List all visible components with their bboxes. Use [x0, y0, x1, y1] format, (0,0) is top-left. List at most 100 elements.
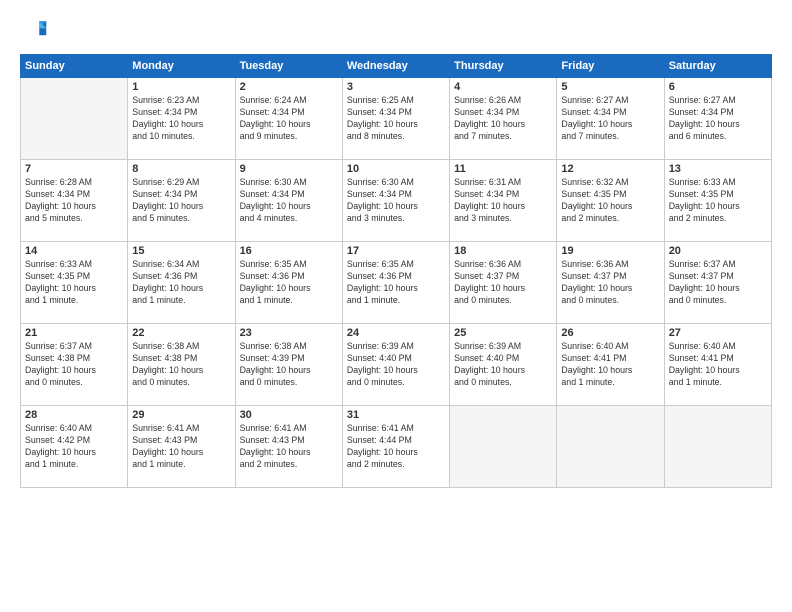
- day-number: 5: [561, 81, 659, 93]
- calendar-cell: [664, 406, 771, 488]
- day-number: 25: [454, 327, 552, 339]
- calendar-cell: 30 Sunrise: 6:41 AM Sunset: 4:43 PM Dayli…: [235, 406, 342, 488]
- calendar-cell: 1 Sunrise: 6:23 AM Sunset: 4:34 PM Daylig…: [128, 78, 235, 160]
- day-number: 21: [25, 327, 123, 339]
- day-info: Sunrise: 6:37 AM Sunset: 4:37 PM Dayligh…: [669, 259, 767, 307]
- calendar-cell: 18 Sunrise: 6:36 AM Sunset: 4:37 PM Dayli…: [450, 242, 557, 324]
- day-number: 3: [347, 81, 445, 93]
- day-number: 7: [25, 163, 123, 175]
- calendar-cell: 21 Sunrise: 6:37 AM Sunset: 4:38 PM Dayli…: [21, 324, 128, 406]
- calendar-week-row: 28 Sunrise: 6:40 AM Sunset: 4:42 PM Dayli…: [21, 406, 772, 488]
- day-number: 4: [454, 81, 552, 93]
- day-info: Sunrise: 6:27 AM Sunset: 4:34 PM Dayligh…: [561, 95, 659, 143]
- calendar-cell: 12Sunrise: 6:32 AM Sunset: 4:35 PM Dayli…: [557, 160, 664, 242]
- day-info: Sunrise: 6:30 AM Sunset: 4:34 PM Dayligh…: [347, 177, 445, 225]
- calendar-cell: 27Sunrise: 6:40 AM Sunset: 4:41 PM Dayli…: [664, 324, 771, 406]
- calendar-cell: 24 Sunrise: 6:39 AM Sunset: 4:40 PM Dayli…: [342, 324, 449, 406]
- calendar-cell: 7 Sunrise: 6:28 AM Sunset: 4:34 PM Daylig…: [21, 160, 128, 242]
- day-info: Sunrise: 6:28 AM Sunset: 4:34 PM Dayligh…: [25, 177, 123, 225]
- day-info: Sunrise: 6:41 AM Sunset: 4:43 PM Dayligh…: [132, 423, 230, 471]
- day-info: Sunrise: 6:38 AM Sunset: 4:39 PM Dayligh…: [240, 341, 338, 389]
- day-info: Sunrise: 6:36 AM Sunset: 4:37 PM Dayligh…: [454, 259, 552, 307]
- calendar-cell: 26 Sunrise: 6:40 AM Sunset: 4:41 PM Dayli…: [557, 324, 664, 406]
- day-number: 2: [240, 81, 338, 93]
- day-header-monday: Monday: [128, 55, 235, 78]
- day-info: Sunrise: 6:35 AM Sunset: 4:36 PM Dayligh…: [347, 259, 445, 307]
- day-info: Sunrise: 6:31 AM Sunset: 4:34 PM Dayligh…: [454, 177, 552, 225]
- calendar-cell: 22 Sunrise: 6:38 AM Sunset: 4:38 PM Dayli…: [128, 324, 235, 406]
- calendar-cell: 13 Sunrise: 6:33 AM Sunset: 4:35 PM Dayli…: [664, 160, 771, 242]
- calendar-cell: 31 Sunrise: 6:41 AM Sunset: 4:44 PM Dayli…: [342, 406, 449, 488]
- day-number: 28: [25, 409, 123, 421]
- day-info: Sunrise: 6:39 AM Sunset: 4:40 PM Dayligh…: [347, 341, 445, 389]
- day-number: 19: [561, 245, 659, 257]
- day-info: Sunrise: 6:41 AM Sunset: 4:43 PM Dayligh…: [240, 423, 338, 471]
- calendar-cell: 14Sunrise: 6:33 AM Sunset: 4:35 PM Dayli…: [21, 242, 128, 324]
- day-header-sunday: Sunday: [21, 55, 128, 78]
- day-info: Sunrise: 6:33 AM Sunset: 4:35 PM Dayligh…: [669, 177, 767, 225]
- day-number: 31: [347, 409, 445, 421]
- calendar-table: SundayMondayTuesdayWednesdayThursdayFrid…: [20, 54, 772, 488]
- day-info: Sunrise: 6:41 AM Sunset: 4:44 PM Dayligh…: [347, 423, 445, 471]
- day-number: 11: [454, 163, 552, 175]
- calendar-cell: 17 Sunrise: 6:35 AM Sunset: 4:36 PM Dayli…: [342, 242, 449, 324]
- day-info: Sunrise: 6:26 AM Sunset: 4:34 PM Dayligh…: [454, 95, 552, 143]
- day-info: Sunrise: 6:27 AM Sunset: 4:34 PM Dayligh…: [669, 95, 767, 143]
- calendar-cell: 2 Sunrise: 6:24 AM Sunset: 4:34 PM Daylig…: [235, 78, 342, 160]
- day-number: 17: [347, 245, 445, 257]
- day-number: 15: [132, 245, 230, 257]
- day-header-tuesday: Tuesday: [235, 55, 342, 78]
- day-info: Sunrise: 6:39 AM Sunset: 4:40 PM Dayligh…: [454, 341, 552, 389]
- day-number: 6: [669, 81, 767, 93]
- day-info: Sunrise: 6:25 AM Sunset: 4:34 PM Dayligh…: [347, 95, 445, 143]
- day-number: 13: [669, 163, 767, 175]
- day-info: Sunrise: 6:37 AM Sunset: 4:38 PM Dayligh…: [25, 341, 123, 389]
- calendar-cell: 28 Sunrise: 6:40 AM Sunset: 4:42 PM Dayli…: [21, 406, 128, 488]
- day-header-friday: Friday: [557, 55, 664, 78]
- day-info: Sunrise: 6:29 AM Sunset: 4:34 PM Dayligh…: [132, 177, 230, 225]
- day-info: Sunrise: 6:23 AM Sunset: 4:34 PM Dayligh…: [132, 95, 230, 143]
- calendar-week-row: 1 Sunrise: 6:23 AM Sunset: 4:34 PM Daylig…: [21, 78, 772, 160]
- day-info: Sunrise: 6:34 AM Sunset: 4:36 PM Dayligh…: [132, 259, 230, 307]
- day-number: 20: [669, 245, 767, 257]
- day-number: 29: [132, 409, 230, 421]
- calendar-cell: 11 Sunrise: 6:31 AM Sunset: 4:34 PM Dayli…: [450, 160, 557, 242]
- day-number: 23: [240, 327, 338, 339]
- day-number: 27: [669, 327, 767, 339]
- calendar-cell: 8 Sunrise: 6:29 AM Sunset: 4:34 PM Daylig…: [128, 160, 235, 242]
- day-header-thursday: Thursday: [450, 55, 557, 78]
- day-number: 10: [347, 163, 445, 175]
- day-info: Sunrise: 6:36 AM Sunset: 4:37 PM Dayligh…: [561, 259, 659, 307]
- calendar-cell: [557, 406, 664, 488]
- calendar-cell: 4 Sunrise: 6:26 AM Sunset: 4:34 PM Daylig…: [450, 78, 557, 160]
- day-info: Sunrise: 6:38 AM Sunset: 4:38 PM Dayligh…: [132, 341, 230, 389]
- calendar-cell: 10 Sunrise: 6:30 AM Sunset: 4:34 PM Dayli…: [342, 160, 449, 242]
- header: [20, 16, 772, 44]
- calendar-cell: 25 Sunrise: 6:39 AM Sunset: 4:40 PM Dayli…: [450, 324, 557, 406]
- calendar-cell: 23 Sunrise: 6:38 AM Sunset: 4:39 PM Dayli…: [235, 324, 342, 406]
- day-info: Sunrise: 6:40 AM Sunset: 4:42 PM Dayligh…: [25, 423, 123, 471]
- logo-icon: [20, 16, 48, 44]
- calendar-cell: 3 Sunrise: 6:25 AM Sunset: 4:34 PM Daylig…: [342, 78, 449, 160]
- day-info: Sunrise: 6:35 AM Sunset: 4:36 PM Dayligh…: [240, 259, 338, 307]
- day-info: Sunrise: 6:24 AM Sunset: 4:34 PM Dayligh…: [240, 95, 338, 143]
- day-number: 1: [132, 81, 230, 93]
- calendar-cell: 16 Sunrise: 6:35 AM Sunset: 4:36 PM Dayli…: [235, 242, 342, 324]
- day-number: 16: [240, 245, 338, 257]
- day-number: 22: [132, 327, 230, 339]
- day-number: 24: [347, 327, 445, 339]
- calendar-week-row: 14Sunrise: 6:33 AM Sunset: 4:35 PM Dayli…: [21, 242, 772, 324]
- day-number: 18: [454, 245, 552, 257]
- day-header-saturday: Saturday: [664, 55, 771, 78]
- day-number: 26: [561, 327, 659, 339]
- calendar-cell: [21, 78, 128, 160]
- calendar-cell: 6 Sunrise: 6:27 AM Sunset: 4:34 PM Daylig…: [664, 78, 771, 160]
- calendar-week-row: 7 Sunrise: 6:28 AM Sunset: 4:34 PM Daylig…: [21, 160, 772, 242]
- day-number: 30: [240, 409, 338, 421]
- day-number: 8: [132, 163, 230, 175]
- calendar-header-row: SundayMondayTuesdayWednesdayThursdayFrid…: [21, 55, 772, 78]
- day-info: Sunrise: 6:30 AM Sunset: 4:34 PM Dayligh…: [240, 177, 338, 225]
- logo: [20, 16, 52, 44]
- day-header-wednesday: Wednesday: [342, 55, 449, 78]
- day-info: Sunrise: 6:40 AM Sunset: 4:41 PM Dayligh…: [561, 341, 659, 389]
